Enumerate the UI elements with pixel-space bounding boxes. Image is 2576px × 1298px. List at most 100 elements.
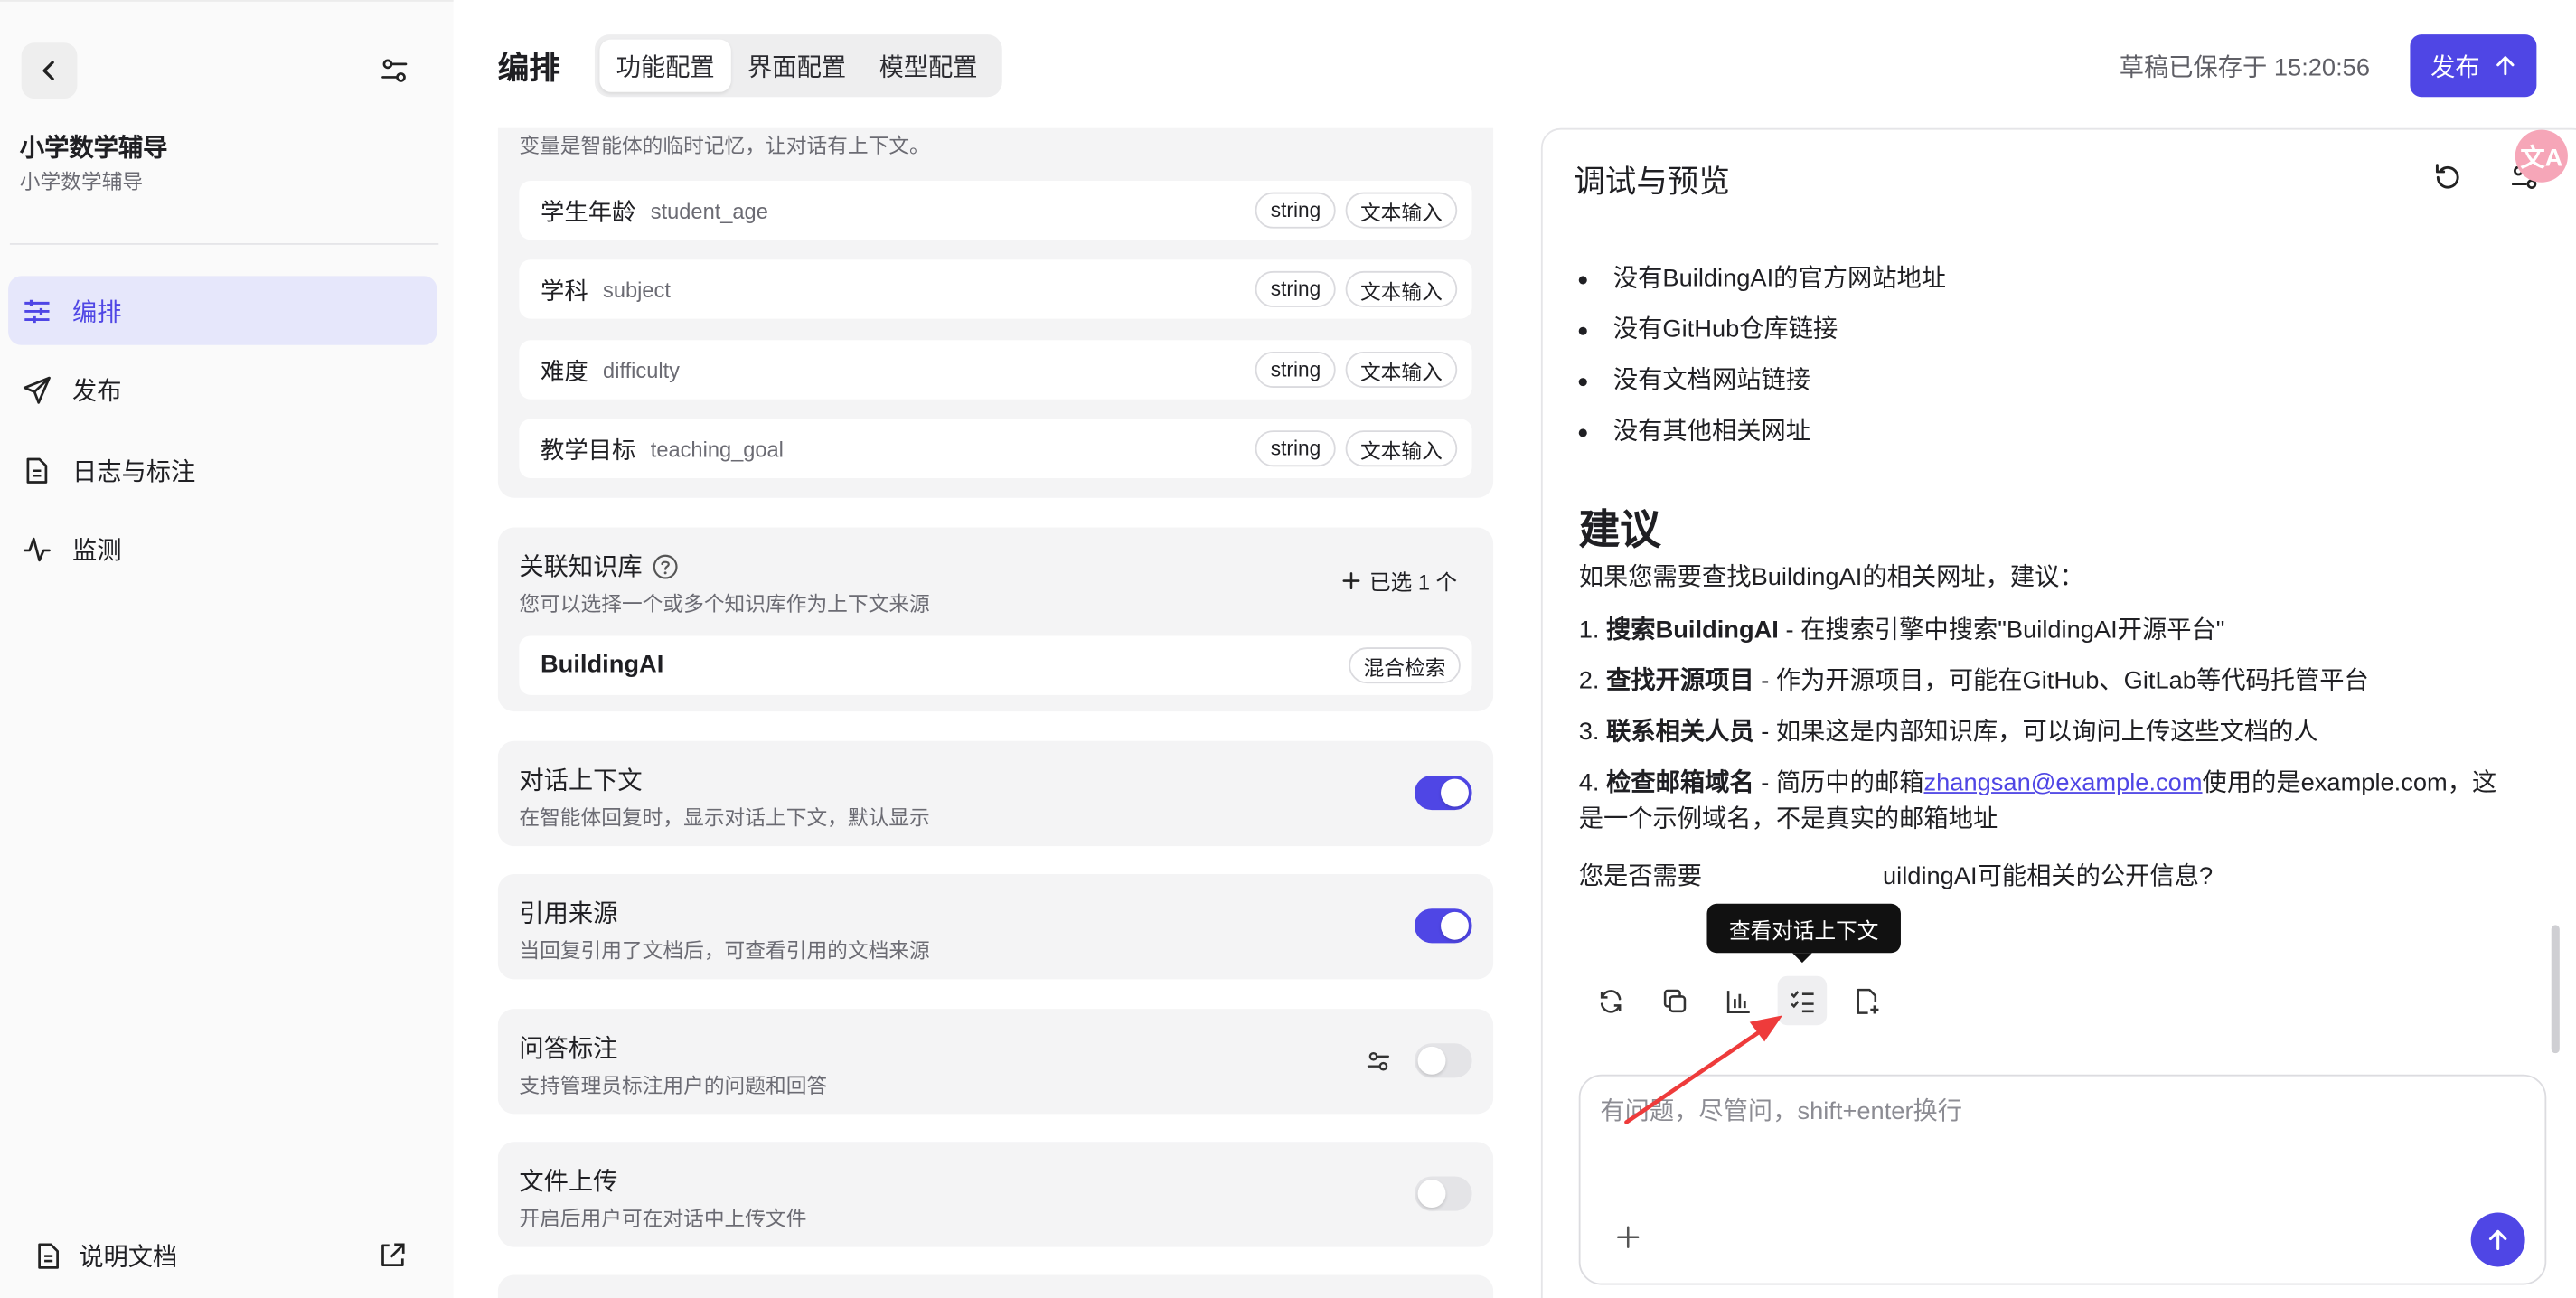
toggle-knob xyxy=(1441,911,1469,940)
copy-icon xyxy=(1662,988,1686,1012)
preview-title: 调试与预览 xyxy=(1574,165,1730,201)
knowledge-base-item[interactable]: BuildingAI 混合检索 xyxy=(519,635,1472,695)
knowledge-selected-count: 已选 1 个 xyxy=(1369,569,1458,596)
variable-row[interactable]: 学科 subject string 文本输入 xyxy=(519,259,1472,319)
toggle-desc: 在智能体回复时，显示对话上下文，默认显示 xyxy=(519,806,930,830)
file-upload-toggle[interactable] xyxy=(1414,1176,1472,1211)
back-button[interactable] xyxy=(21,42,78,99)
question-text-start: 您是否需要 xyxy=(1578,862,1703,891)
publish-button-label: 发布 xyxy=(2430,53,2480,81)
step-title: 搜索BuildingAI xyxy=(1606,616,1779,644)
variable-name: 教学目标 xyxy=(540,437,636,465)
copy-button[interactable] xyxy=(1650,976,1699,1026)
publish-button[interactable]: 发布 xyxy=(2410,34,2537,98)
toggle-desc: 支持管理员标注用户的问题和回答 xyxy=(519,1074,828,1098)
step-title: 查找开源项目 xyxy=(1606,666,1754,695)
knowledge-base-desc: 您可以选择一个或多个知识库作为上下文来源 xyxy=(519,593,930,616)
step-text: - 如果这是内部知识库，可以询问上传这些文档的人 xyxy=(1753,718,2318,747)
variable-key: subject xyxy=(603,277,671,302)
add-annotation-button[interactable] xyxy=(1842,976,1892,1026)
app-name: 小学数学辅导 xyxy=(19,135,168,163)
variable-name: 学生年龄 xyxy=(540,199,636,226)
variable-key: student_age xyxy=(650,198,768,223)
sidebar-item-label: 编排 xyxy=(71,297,122,326)
file-plus-icon xyxy=(1856,987,1878,1013)
email-link[interactable]: zhangsan@example.com xyxy=(1923,769,2202,797)
variable-name: 学科 xyxy=(540,278,588,306)
sidebar-item-monitor[interactable]: 监测 xyxy=(8,515,437,584)
toggle-title: 引用来源 xyxy=(519,900,618,929)
refresh-icon[interactable] xyxy=(2431,161,2464,193)
regenerate-button[interactable] xyxy=(1585,976,1635,1026)
retrieval-mode-tag[interactable]: 混合检索 xyxy=(1349,647,1461,684)
list-item: 没有文档网站链接 xyxy=(1578,365,2499,416)
message-heading: 建议 xyxy=(1578,507,1661,554)
docs-link[interactable]: 说明文档 xyxy=(33,1234,414,1276)
send-button[interactable] xyxy=(2470,1212,2525,1267)
variable-type-tag: string xyxy=(1255,270,1336,307)
variable-row[interactable]: 难度 difficulty string 文本输入 xyxy=(519,340,1472,400)
step-number: 1. xyxy=(1578,616,1607,644)
attach-plus-icon[interactable] xyxy=(1613,1222,1643,1252)
list-item: 2. 查找开源项目 - 作为开源项目，可能在GitHub、GitLab等代码托管… xyxy=(1579,663,2499,700)
toggle-desc: 开启后用户可在对话中上传文件 xyxy=(519,1208,807,1231)
chat-scrollbar[interactable] xyxy=(2551,925,2560,1054)
app-settings-button[interactable] xyxy=(371,48,418,94)
variable-type-tag: string xyxy=(1255,192,1336,229)
list-item: 1. 搜索BuildingAI - 在搜索引擎中搜索"BuildingAI开源平… xyxy=(1579,613,2499,649)
step-number: 4. xyxy=(1578,768,1607,797)
sidebar-item-logs[interactable]: 日志与标注 xyxy=(8,436,437,504)
file-upload-toggle-card: 文件上传 开启后用户可在对话中上传文件 xyxy=(497,1142,1494,1247)
knowledge-base-title: 关联知识库 xyxy=(519,553,643,582)
variable-name: 难度 xyxy=(540,359,588,386)
sidebar-item-label: 监测 xyxy=(71,537,122,566)
annotation-toggle[interactable] xyxy=(1414,1043,1472,1078)
tab-ui-config[interactable]: 界面配置 xyxy=(731,40,862,92)
stats-button[interactable] xyxy=(1714,976,1763,1026)
variable-input-tag: 文本输入 xyxy=(1345,351,1458,388)
sliders-icon xyxy=(22,296,52,325)
citation-toggle[interactable] xyxy=(1414,908,1472,944)
sidebar-item-label: 发布 xyxy=(71,378,122,406)
draft-saved-status: 草稿已保存于 15:20:56 xyxy=(2119,53,2371,82)
sidebar-item-publish[interactable]: 发布 xyxy=(8,356,437,425)
knowledge-base-card: 关联知识库 您可以选择一个或多个知识库作为上下文来源 已选 1 个 Buildi… xyxy=(497,527,1494,712)
help-icon[interactable] xyxy=(653,553,679,579)
variable-key: teaching_goal xyxy=(650,436,784,461)
context-toggle[interactable] xyxy=(1414,775,1472,811)
annotation-settings-icon[interactable] xyxy=(1365,1049,1391,1075)
external-link-icon[interactable] xyxy=(378,1240,408,1270)
steps-list: 1. 搜索BuildingAI - 在搜索引擎中搜索"BuildingAI开源平… xyxy=(1579,613,2499,838)
chat-input[interactable] xyxy=(1600,1092,2521,1191)
translate-icon[interactable]: 文A xyxy=(2515,129,2568,183)
variable-row[interactable]: 教学目标 teaching_goal string 文本输入 xyxy=(519,419,1472,478)
send-icon xyxy=(22,375,52,405)
toggle-knob xyxy=(1417,1180,1446,1209)
plus-icon xyxy=(1341,572,1359,590)
list-item: 3. 联系相关人员 - 如果这是内部知识库，可以询问上传这些文档的人 xyxy=(1579,715,2499,751)
app-description: 小学数学辅导 xyxy=(19,171,144,194)
add-knowledge-button[interactable]: 已选 1 个 xyxy=(1341,565,1457,597)
step-title: 检查邮箱域名 xyxy=(1606,768,1754,797)
sidebar: 小学数学辅导 小学数学辅导 编排 发布 日志与标注 监测 说明文档 xyxy=(0,0,454,1298)
toggle-title: 对话上下文 xyxy=(519,767,643,795)
chevron-left-icon xyxy=(42,61,54,80)
config-panel: 变量是智能体的临时记忆，让对话有上下文。 学生年龄 student_age st… xyxy=(497,127,1494,1298)
bar-chart-icon xyxy=(1725,990,1749,1013)
list-item: 没有其他相关网址 xyxy=(1578,416,2499,466)
view-context-button[interactable] xyxy=(1777,975,1828,1026)
step-number: 2. xyxy=(1578,666,1607,695)
tab-model-config[interactable]: 模型配置 xyxy=(862,40,993,92)
page-title: 编排 xyxy=(497,52,560,88)
context-toggle-card: 对话上下文 在智能体回复时，显示对话上下文，默认显示 xyxy=(497,740,1494,847)
toggle-title: 问答标注 xyxy=(519,1035,618,1064)
chat-input-box xyxy=(1578,1074,2547,1285)
sidebar-item-orchestrate[interactable]: 编排 xyxy=(8,276,437,345)
variable-type-tag: string xyxy=(1255,430,1336,467)
tab-function-config[interactable]: 功能配置 xyxy=(599,39,731,92)
list-item: 没有BuildingAI的官方网站地址 xyxy=(1578,263,2499,314)
variable-input-tag: 文本输入 xyxy=(1345,270,1458,307)
variable-key: difficulty xyxy=(603,357,681,382)
knowledge-base-title-row: 关联知识库 xyxy=(519,549,678,583)
variable-row[interactable]: 学生年龄 student_age string 文本输入 xyxy=(519,180,1472,240)
